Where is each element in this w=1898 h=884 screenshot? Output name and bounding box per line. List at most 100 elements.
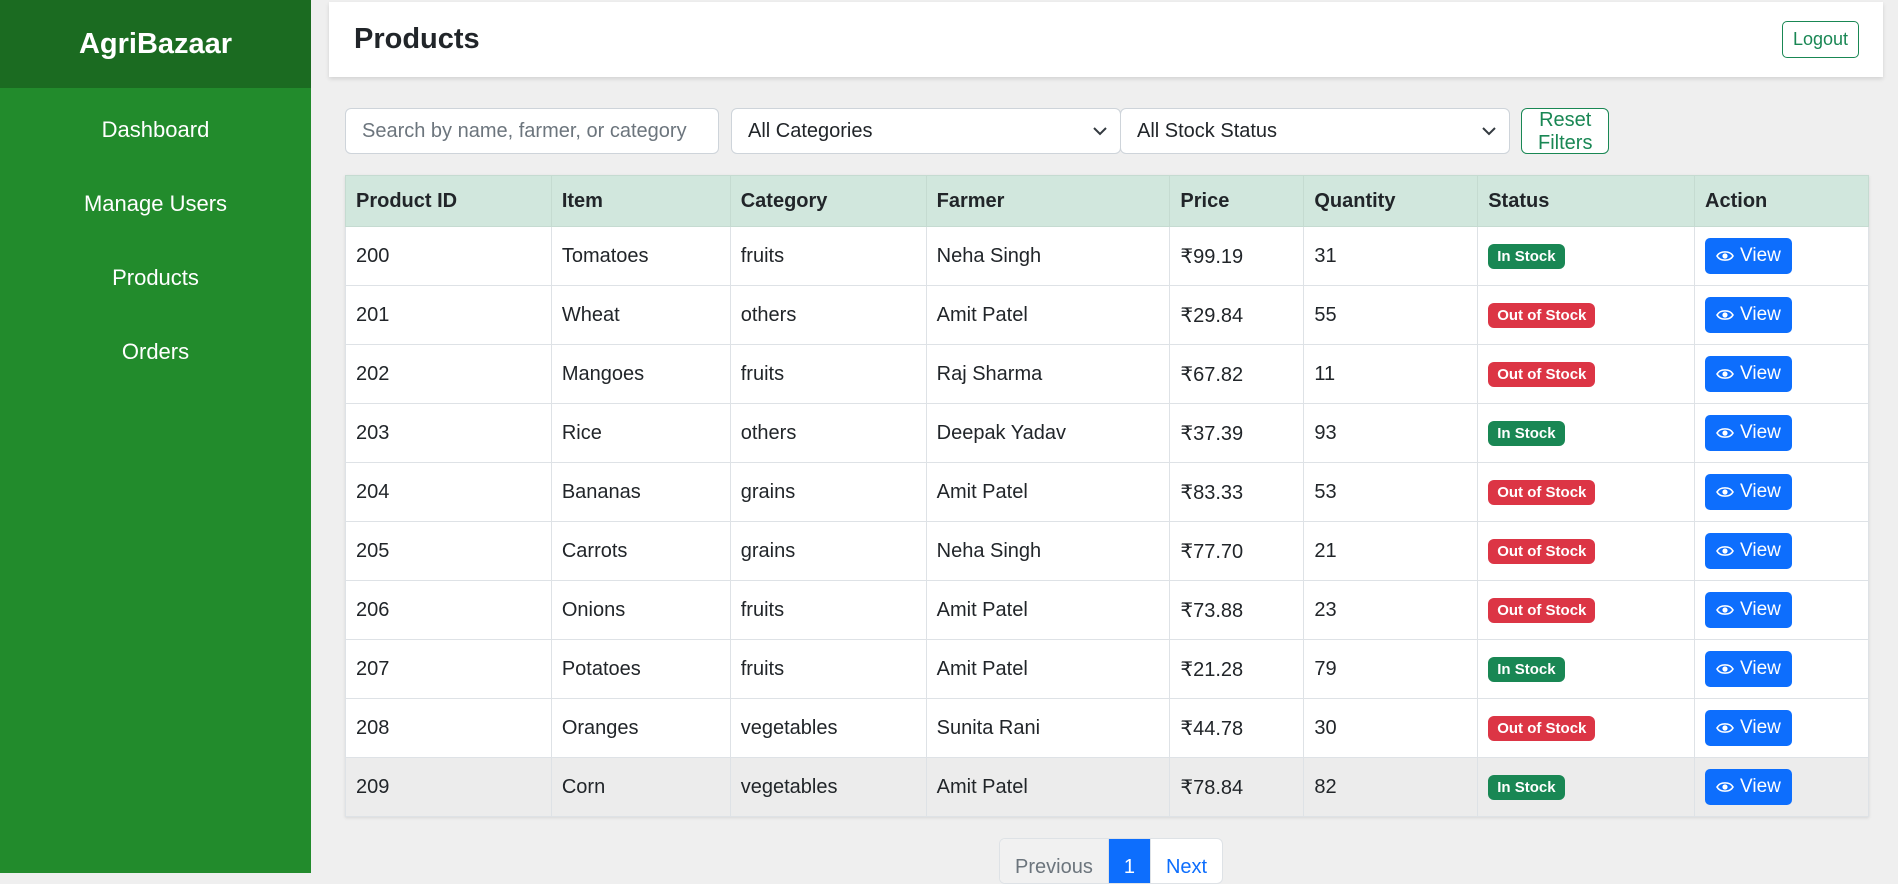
cell-price: ₹78.84 bbox=[1169, 757, 1305, 817]
cell-farmer: Amit Patel bbox=[925, 757, 1171, 817]
sidebar-item-dashboard[interactable]: Dashboard bbox=[0, 93, 311, 167]
column-header-product-id[interactable]: Product ID bbox=[345, 175, 552, 227]
cell-price: ₹83.33 bbox=[1169, 462, 1305, 522]
page-header: Products Logout bbox=[329, 2, 1883, 77]
category-select[interactable]: All Categories bbox=[731, 108, 1121, 154]
view-button[interactable]: View bbox=[1705, 769, 1792, 805]
cell-action: View bbox=[1694, 462, 1869, 522]
status-badge: Out of Stock bbox=[1488, 538, 1596, 564]
cell-farmer: Deepak Yadav bbox=[925, 403, 1171, 463]
cell-category: vegetables bbox=[729, 757, 927, 817]
table-row[interactable]: 209 Corn vegetables Amit Patel ₹78.84 82 In St… bbox=[345, 757, 1869, 817]
column-header-price[interactable]: Price bbox=[1169, 175, 1305, 227]
eye-icon bbox=[1716, 664, 1734, 674]
view-button[interactable]: View bbox=[1705, 415, 1792, 451]
cell-action: View bbox=[1694, 757, 1869, 817]
table-row[interactable]: 208 Oranges vegetables Sunita Rani ₹44.78 30 O… bbox=[345, 698, 1869, 758]
logout-button[interactable]: Logout bbox=[1781, 21, 1859, 58]
main-content: Products Logout All Categories All Stock… bbox=[311, 0, 1898, 884]
sidebar-item-products[interactable]: Products bbox=[0, 241, 311, 315]
table-row[interactable]: 202 Mangoes fruits Raj Sharma ₹67.82 11 Out of… bbox=[345, 344, 1869, 404]
cell-quantity: 82 bbox=[1303, 757, 1479, 817]
eye-icon bbox=[1716, 723, 1734, 733]
cell-price: ₹21.28 bbox=[1169, 639, 1305, 699]
cell-farmer: Sunita Rani bbox=[925, 698, 1171, 758]
cell-status: In Stock bbox=[1477, 757, 1696, 817]
view-button-label: View bbox=[1740, 422, 1781, 443]
cell-price: ₹73.88 bbox=[1169, 580, 1305, 640]
cell-item: Tomatoes bbox=[550, 226, 731, 286]
table-row[interactable]: 206 Onions fruits Amit Patel ₹73.88 23 Out of … bbox=[345, 580, 1869, 640]
view-button[interactable]: View bbox=[1705, 592, 1792, 628]
status-badge: Out of Stock bbox=[1488, 479, 1596, 505]
column-header-farmer[interactable]: Farmer bbox=[925, 175, 1171, 227]
cell-product-id: 205 bbox=[345, 521, 552, 581]
view-button[interactable]: View bbox=[1705, 651, 1792, 687]
pagination-previous[interactable]: Previous bbox=[1000, 839, 1109, 883]
table-row[interactable]: 204 Bananas grains Amit Patel ₹83.33 53 Out of… bbox=[345, 462, 1869, 522]
stock-status-select[interactable]: All Stock Status bbox=[1120, 108, 1510, 154]
cell-category: grains bbox=[729, 462, 927, 522]
view-button-label: View bbox=[1740, 304, 1781, 325]
table-header-row: Product ID Item Category Farmer Price Qu… bbox=[345, 175, 1869, 227]
status-badge: In Stock bbox=[1488, 656, 1565, 682]
cell-status: Out of Stock bbox=[1477, 521, 1696, 581]
table-row[interactable]: 203 Rice others Deepak Yadav ₹37.39 93 In Stoc… bbox=[345, 403, 1869, 463]
pagination: Previous 1 Next bbox=[999, 838, 1224, 884]
cell-category: fruits bbox=[729, 639, 927, 699]
cell-item: Wheat bbox=[550, 285, 731, 345]
eye-icon bbox=[1716, 487, 1734, 497]
table-row[interactable]: 207 Potatoes fruits Amit Patel ₹21.28 79 In St… bbox=[345, 639, 1869, 699]
cell-category: fruits bbox=[729, 580, 927, 640]
column-header-item[interactable]: Item bbox=[550, 175, 731, 227]
table-row[interactable]: 200 Tomatoes fruits Neha Singh ₹99.19 31 In St… bbox=[345, 226, 1869, 286]
cell-quantity: 93 bbox=[1303, 403, 1479, 463]
cell-category: fruits bbox=[729, 344, 927, 404]
cell-status: In Stock bbox=[1477, 403, 1696, 463]
cell-status: Out of Stock bbox=[1477, 462, 1696, 522]
brand-logo[interactable]: AgriBazaar bbox=[0, 0, 311, 88]
sidebar-item-orders[interactable]: Orders bbox=[0, 315, 311, 389]
cell-item: Corn bbox=[550, 757, 731, 817]
cell-farmer: Amit Patel bbox=[925, 285, 1171, 345]
cell-category: others bbox=[729, 285, 927, 345]
eye-icon bbox=[1716, 605, 1734, 615]
view-button-label: View bbox=[1740, 776, 1781, 797]
cell-item: Carrots bbox=[550, 521, 731, 581]
status-badge: In Stock bbox=[1488, 243, 1565, 269]
cell-product-id: 203 bbox=[345, 403, 552, 463]
view-button[interactable]: View bbox=[1705, 297, 1792, 333]
table-row[interactable]: 205 Carrots grains Neha Singh ₹77.70 21 Out of… bbox=[345, 521, 1869, 581]
view-button[interactable]: View bbox=[1705, 710, 1792, 746]
view-button[interactable]: View bbox=[1705, 474, 1792, 510]
cell-action: View bbox=[1694, 698, 1869, 758]
cell-category: grains bbox=[729, 521, 927, 581]
cell-status: Out of Stock bbox=[1477, 285, 1696, 345]
view-button[interactable]: View bbox=[1705, 533, 1792, 569]
sidebar-item-manage-users[interactable]: Manage Users bbox=[0, 167, 311, 241]
cell-quantity: 79 bbox=[1303, 639, 1479, 699]
column-header-status[interactable]: Status bbox=[1477, 175, 1696, 227]
cell-status: In Stock bbox=[1477, 226, 1696, 286]
view-button[interactable]: View bbox=[1705, 356, 1792, 392]
view-button-label: View bbox=[1740, 717, 1781, 738]
table-row[interactable]: 201 Wheat others Amit Patel ₹29.84 55 Out of S… bbox=[345, 285, 1869, 345]
cell-action: View bbox=[1694, 639, 1869, 699]
column-header-action[interactable]: Action bbox=[1694, 175, 1869, 227]
cell-item: Onions bbox=[550, 580, 731, 640]
view-button[interactable]: View bbox=[1705, 238, 1792, 274]
column-header-quantity[interactable]: Quantity bbox=[1303, 175, 1479, 227]
table-body: 200 Tomatoes fruits Neha Singh ₹99.19 31 In St… bbox=[345, 226, 1869, 817]
products-table: Product ID Item Category Farmer Price Qu… bbox=[345, 175, 1869, 817]
pagination-page-1[interactable]: 1 bbox=[1108, 839, 1151, 883]
reset-filters-button[interactable]: Reset Filters bbox=[1521, 108, 1610, 154]
column-header-category[interactable]: Category bbox=[729, 175, 927, 227]
cell-status: Out of Stock bbox=[1477, 698, 1696, 758]
cell-farmer: Neha Singh bbox=[925, 226, 1171, 286]
cell-action: View bbox=[1694, 580, 1869, 640]
cell-product-id: 201 bbox=[345, 285, 552, 345]
cell-item: Rice bbox=[550, 403, 731, 463]
cell-item: Mangoes bbox=[550, 344, 731, 404]
search-input[interactable] bbox=[345, 108, 719, 154]
pagination-next[interactable]: Next bbox=[1151, 839, 1222, 883]
